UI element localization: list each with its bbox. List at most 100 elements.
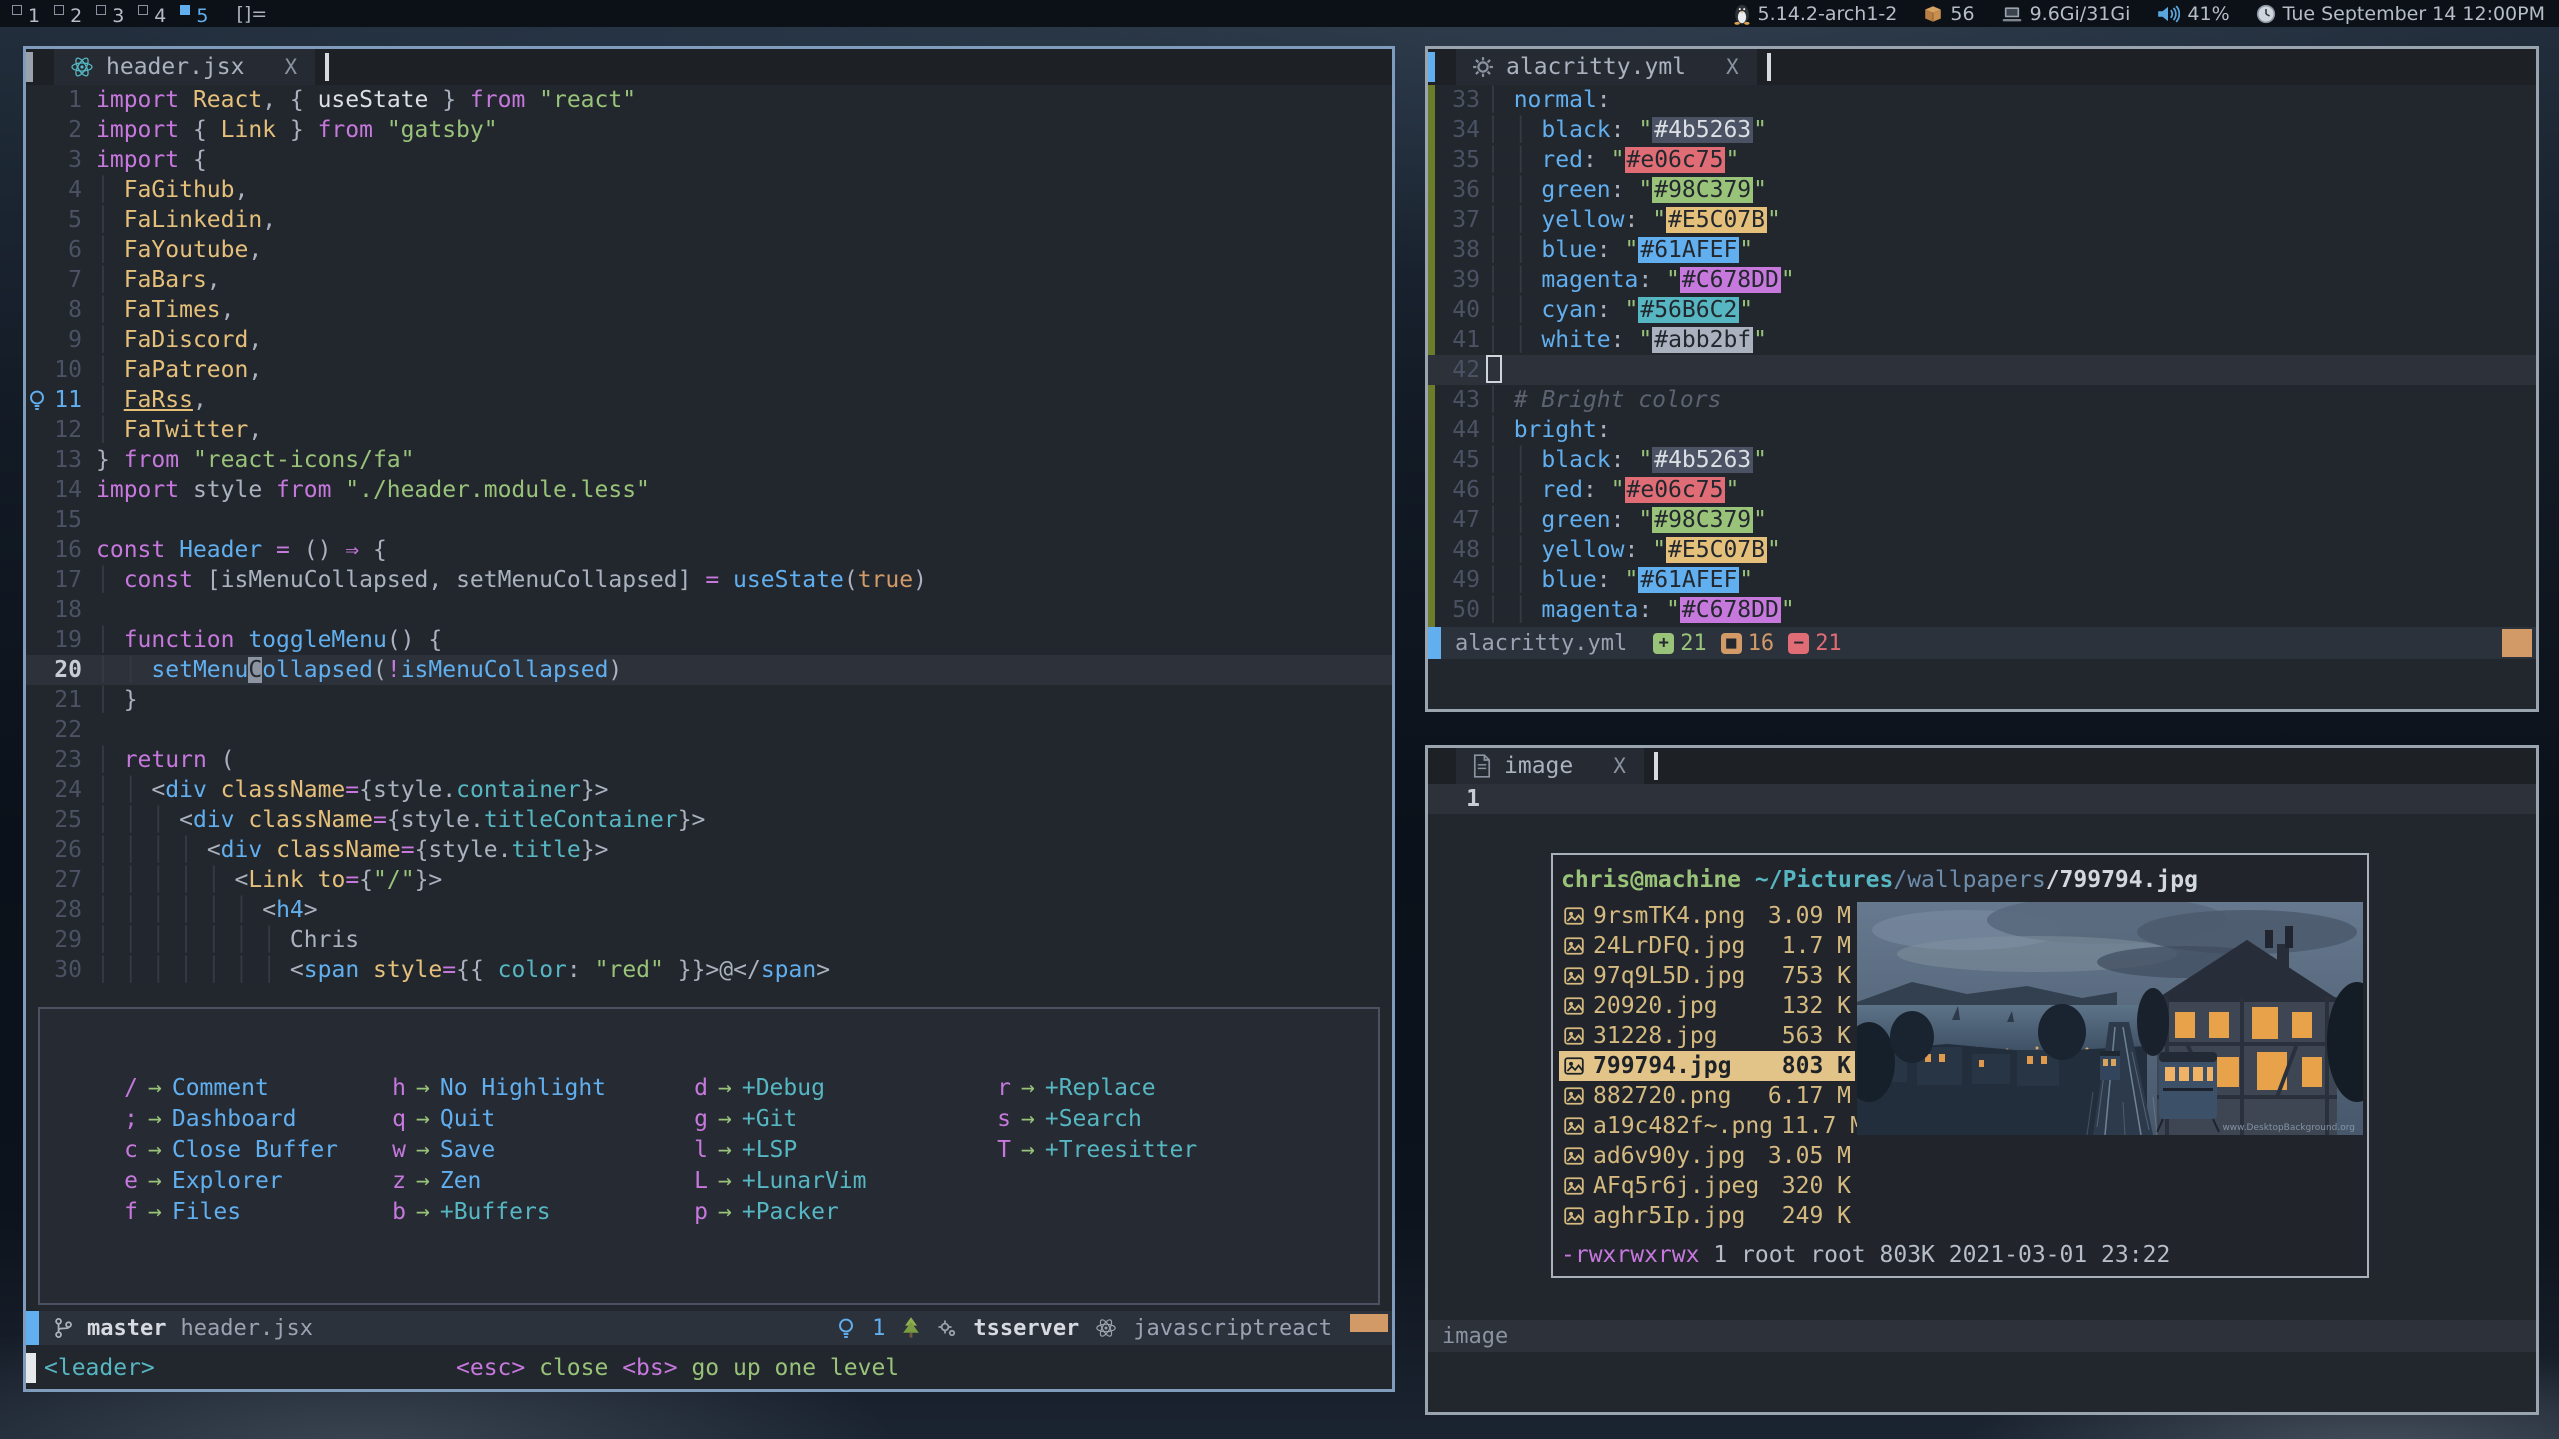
whichkey-item--treesitter[interactable]: T→+Treesitter [985,1135,1197,1166]
code-line[interactable]: 8│ FaTimes, [26,295,1392,325]
code-line[interactable]: 6│ FaYoutube, [26,235,1392,265]
code-line[interactable]: 14import style from "./header.module.les… [26,475,1392,505]
code-line[interactable]: 26│ │ │ │ <div className={style.title}> [26,835,1392,865]
file-row-aghr5Ip.jpg[interactable]: aghr5Ip.jpg249 K [1559,1201,1855,1231]
file-row-a19c482f~.png[interactable]: a19c482f~.png11.7 M [1559,1111,1855,1141]
whichkey-item--search[interactable]: s→+Search [985,1104,1197,1135]
code-token: yellow [1541,537,1624,563]
code-line[interactable]: 23│ return ( [26,745,1392,775]
tab-header-jsx[interactable]: header.jsx X [54,49,315,85]
whichkey-item-comment[interactable]: /→Comment [112,1073,338,1104]
file-row-ad6v90y.jpg[interactable]: ad6v90y.jpg3.05 M [1559,1141,1855,1171]
code-line[interactable]: 46│ │ red: "#e06c75" [1428,475,2536,505]
whichkey-item-dashboard[interactable]: ;→Dashboard [112,1104,338,1135]
tab-image[interactable]: image X [1456,748,1644,784]
code-line[interactable]: 28│ │ │ │ │ │ <h4> [26,895,1392,925]
code-line[interactable]: 47│ │ green: "#98C379" [1428,505,2536,535]
code-line[interactable]: 42 [1428,355,2536,385]
code-line[interactable]: 17│ const [isMenuCollapsed, setMenuColla… [26,565,1392,595]
code-line[interactable]: 5│ FaLinkedin, [26,205,1392,235]
code-line[interactable]: 29│ │ │ │ │ │ │ Chris [26,925,1392,955]
code-line[interactable]: 7│ FaBars, [26,265,1392,295]
code-line[interactable]: 45│ │ black: "#4b5263" [1428,445,2536,475]
whichkey-item-explorer[interactable]: e→Explorer [112,1166,338,1197]
code-line[interactable]: 44│ bright: [1428,415,2536,445]
workspace-button-2[interactable]: 2 [54,3,82,30]
code-line[interactable]: 4│ FaGithub, [26,175,1392,205]
code-line[interactable]: 12│ FaTwitter, [26,415,1392,445]
react-filetype-icon [1095,1317,1117,1339]
code-line[interactable]: 34│ │ black: "#4b5263" [1428,115,2536,145]
whichkey-item-save[interactable]: w→Save [380,1135,606,1166]
code-line[interactable]: 24│ │ <div className={style.container}> [26,775,1392,805]
code-line[interactable]: 25│ │ │ <div className={style.titleConta… [26,805,1392,835]
close-icon[interactable]: X [1726,55,1739,79]
code-line[interactable]: 27│ │ │ │ │ <Link to={"/"}> [26,865,1392,895]
color-swatch: #abb2bf [1652,327,1753,353]
whichkey-item--buffers[interactable]: b→+Buffers [380,1197,606,1228]
layout-symbol[interactable]: []= [236,3,267,25]
whichkey-item--packer[interactable]: p→+Packer [682,1197,866,1228]
code-line[interactable]: 1 [1428,784,2536,814]
file-row-9rsmTK4.png[interactable]: 9rsmTK4.png3.09 M [1559,901,1855,931]
code-line[interactable]: 35│ │ red: "#e06c75" [1428,145,2536,175]
file-row-97q9L5D.jpg[interactable]: 97q9L5D.jpg753 K [1559,961,1855,991]
code-line[interactable]: 43│ # Bright colors [1428,385,2536,415]
file-row-799794.jpg[interactable]: 799794.jpg803 K [1559,1051,1855,1081]
tab-alacritty-yml[interactable]: alacritty.yml X [1456,49,1757,85]
code-line[interactable]: 16const Header = () ⇒ { [26,535,1392,565]
scrollbar-thumb[interactable] [1350,1314,1388,1332]
file-row-AFq5r6j.jpeg[interactable]: AFq5r6j.jpeg320 K [1559,1171,1855,1201]
code-line[interactable]: 50│ │ magenta: "#C678DD" [1428,595,2536,625]
code-line[interactable]: 36│ │ green: "#98C379" [1428,175,2536,205]
code-line[interactable]: 11│ FaRss, [26,385,1392,415]
code-line[interactable]: 3import { [26,145,1392,175]
code-line[interactable]: 38│ │ blue: "#61AFEF" [1428,235,2536,265]
code-area[interactable]: 33│ normal:34│ │ black: "#4b5263"35│ │ r… [1428,85,2536,625]
whichkey-item-zen[interactable]: z→Zen [380,1166,606,1197]
workspace-button-4[interactable]: 4 [138,3,166,30]
whichkey-item-files[interactable]: f→Files [112,1197,338,1228]
code-line[interactable]: 41│ │ white: "#abb2bf" [1428,325,2536,355]
code-line[interactable]: 22 [26,715,1392,745]
code-area[interactable]: 1import React, { useState } from "react"… [26,85,1392,985]
code-line[interactable]: 10│ FaPatreon, [26,355,1392,385]
code-line[interactable]: 9│ FaDiscord, [26,325,1392,355]
code-line[interactable]: 1import React, { useState } from "react" [26,85,1392,115]
whichkey-item--replace[interactable]: r→+Replace [985,1073,1197,1104]
code-line[interactable]: 21│ } [26,685,1392,715]
code-line[interactable]: 30│ │ │ │ │ │ │ <span style={{ color: "r… [26,955,1392,985]
whichkey-item-quit[interactable]: q→Quit [380,1104,606,1135]
code-line[interactable]: 2import { Link } from "gatsby" [26,115,1392,145]
arrow-right-icon: → [406,1104,440,1135]
file-row-31228.jpg[interactable]: 31228.jpg563 K [1559,1021,1855,1051]
workspace-button-1[interactable]: 1 [12,3,40,30]
code-line[interactable]: 20│ │ setMenuCollapsed(!isMenuCollapsed) [26,655,1392,685]
whichkey-item-close-buffer[interactable]: c→Close Buffer [112,1135,338,1166]
close-icon[interactable]: X [1613,754,1626,778]
code-line[interactable]: 49│ │ blue: "#61AFEF" [1428,565,2536,595]
code-token: ( [373,657,387,683]
file-row-24LrDFQ.jpg[interactable]: 24LrDFQ.jpg1.7 M [1559,931,1855,961]
whichkey-item--debug[interactable]: d→+Debug [682,1073,866,1104]
file-row-20920.jpg[interactable]: 20920.jpg132 K [1559,991,1855,1021]
code-line[interactable]: 19│ function toggleMenu() { [26,625,1392,655]
code-line[interactable]: 13} from "react-icons/fa" [26,445,1392,475]
code-line[interactable]: 40│ │ cyan: "#56B6C2" [1428,295,2536,325]
code-line[interactable]: 18 [26,595,1392,625]
code-line[interactable]: 15 [26,505,1392,535]
code-line[interactable]: 33│ normal: [1428,85,2536,115]
workspace-button-3[interactable]: 3 [96,3,124,30]
workspace-button-5[interactable]: 5 [180,3,208,30]
whichkey-item--git[interactable]: g→+Git [682,1104,866,1135]
file-row-882720.png[interactable]: 882720.png6.17 M [1559,1081,1855,1111]
whichkey-item--lunarvim[interactable]: L→+LunarVim [682,1166,866,1197]
whichkey-item-no-highlight[interactable]: h→No Highlight [380,1073,606,1104]
close-icon[interactable]: X [284,55,297,79]
code-line[interactable]: 48│ │ yellow: "#E5C07B" [1428,535,2536,565]
code-line[interactable]: 37│ │ yellow: "#E5C07B" [1428,205,2536,235]
code-area[interactable]: 1 [1428,784,2536,814]
scrollbar-thumb[interactable] [2502,629,2532,657]
code-line[interactable]: 39│ │ magenta: "#C678DD" [1428,265,2536,295]
whichkey-item--lsp[interactable]: l→+LSP [682,1135,866,1166]
